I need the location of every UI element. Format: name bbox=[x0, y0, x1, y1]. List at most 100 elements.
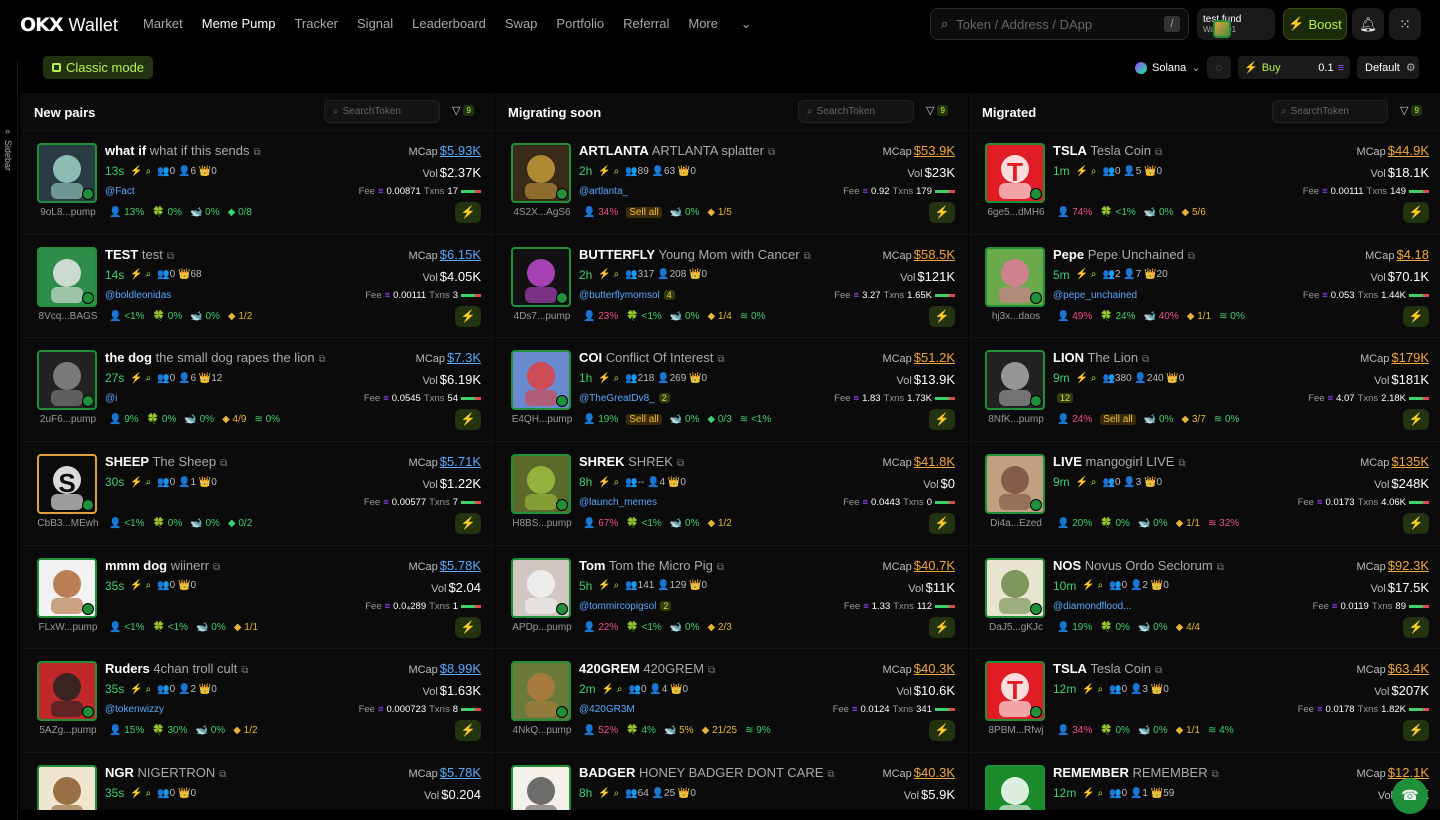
copy-icon[interactable]: ⧉ bbox=[804, 251, 811, 262]
quick-buy-button[interactable]: ⚡ bbox=[1403, 616, 1429, 638]
social-links-icon[interactable]: ⚡ ⌕ bbox=[602, 684, 623, 695]
creator-handle[interactable]: @TheGreatDv8_ 2 bbox=[579, 393, 670, 404]
token-address[interactable]: 8Vcq...BAGS bbox=[26, 311, 110, 322]
quick-buy-button[interactable]: ⚡ bbox=[929, 720, 955, 742]
quick-buy-button[interactable]: ⚡ bbox=[455, 513, 481, 535]
sidebar-toggle[interactable]: » Sidebar bbox=[0, 60, 18, 820]
column-search-input[interactable]: ⌕ SearchToken bbox=[1272, 100, 1388, 123]
token-name[interactable]: what if what if this sends ⧉ bbox=[105, 143, 261, 158]
token-card[interactable]: 8Vcq...BAGS TEST test ⧉ 14s ⚡ ⌕ 👥0 👑68 @b… bbox=[21, 235, 494, 339]
token-name[interactable]: LIVE mangogirl LIVE ⧉ bbox=[1053, 454, 1186, 469]
token-name[interactable]: LION The Lion ⧉ bbox=[1053, 350, 1149, 365]
boost-button[interactable]: ⚡ Boost bbox=[1283, 8, 1347, 40]
copy-icon[interactable]: ⧉ bbox=[219, 769, 226, 780]
token-card[interactable]: 4NkQ...pump 420GREM 420GREM ⧉ 2m ⚡ ⌕ 👥0 👤… bbox=[495, 649, 968, 754]
buy-amount-value[interactable]: 0.1 bbox=[1318, 62, 1333, 74]
creator-handle[interactable]: @butterflymomsol 4 bbox=[579, 289, 675, 301]
token-avatar[interactable] bbox=[985, 246, 1045, 307]
social-links-icon[interactable]: ⚡ ⌕ bbox=[1076, 166, 1097, 177]
token-address[interactable]: E4QH...pump bbox=[500, 414, 584, 425]
token-avatar[interactable] bbox=[511, 765, 571, 810]
social-links-icon[interactable]: ⚡ ⌕ bbox=[1076, 477, 1097, 488]
social-links-icon[interactable]: ⚡ ⌕ bbox=[130, 166, 151, 177]
notifications-button[interactable]: 🔔︎ bbox=[1352, 8, 1384, 40]
token-card[interactable]: T 8PBM...Rfwj TSLA Tesla Coin ⧉ 12m ⚡ ⌕ 👥… bbox=[969, 649, 1440, 754]
token-name[interactable]: Pepe Pepe Unchained ⧉ bbox=[1053, 247, 1195, 262]
token-name[interactable]: TSLA Tesla Coin ⧉ bbox=[1053, 661, 1162, 676]
token-card[interactable]: Di4a...Ezed LIVE mangogirl LIVE ⧉ 9m ⚡ ⌕ … bbox=[969, 442, 1440, 546]
token-card[interactable]: BADGER HONEY BADGER DONT CARE ⧉ 8h ⚡ ⌕ 👥6… bbox=[495, 753, 968, 810]
apps-menu-button[interactable]: ⁙ bbox=[1389, 8, 1421, 40]
nav-tracker[interactable]: Tracker bbox=[294, 16, 338, 32]
okx-wallet-logo[interactable]: OKX Wallet bbox=[20, 14, 118, 36]
token-avatar[interactable] bbox=[511, 661, 571, 722]
social-links-icon[interactable]: ⚡ ⌕ bbox=[598, 373, 619, 384]
token-name[interactable]: COI Conflict Of Interest ⧉ bbox=[579, 350, 725, 365]
copy-icon[interactable]: ⧉ bbox=[768, 147, 775, 158]
creator-handle[interactable]: @420GR3M bbox=[579, 704, 635, 715]
token-name[interactable]: 420GREM 420GREM ⧉ bbox=[579, 661, 715, 676]
quick-buy-button[interactable]: ⚡ bbox=[455, 305, 481, 327]
column-filter-button[interactable]: ▽ 9 bbox=[452, 104, 474, 117]
social-links-icon[interactable]: ⚡ ⌕ bbox=[130, 788, 151, 799]
social-links-icon[interactable]: ⚡ ⌕ bbox=[598, 269, 619, 280]
quick-buy-button[interactable]: ⚡ bbox=[1403, 720, 1429, 742]
token-card[interactable]: 5AZg...pump Ruders 4chan troll cult ⧉ 35s… bbox=[21, 649, 494, 754]
quick-buy-button[interactable]: ⚡ bbox=[1403, 513, 1429, 535]
social-links-icon[interactable]: ⚡ ⌕ bbox=[1076, 373, 1097, 384]
nav-more[interactable]: More ⌄ bbox=[688, 16, 770, 32]
token-address[interactable]: 4NkQ...pump bbox=[500, 725, 584, 736]
token-address[interactable]: APDp...pump bbox=[500, 622, 584, 633]
token-card[interactable]: DaJ5...gKJc NOS Novus Ordo Seclorum ⧉ 10m… bbox=[969, 546, 1440, 650]
support-chat-button[interactable]: ☎ bbox=[1392, 778, 1428, 814]
token-address[interactable]: hj3x...daos bbox=[974, 311, 1058, 322]
social-links-icon[interactable]: ⚡ ⌕ bbox=[130, 684, 151, 695]
copy-icon[interactable]: ⧉ bbox=[708, 665, 715, 676]
token-avatar[interactable] bbox=[37, 143, 97, 203]
token-avatar[interactable] bbox=[985, 454, 1045, 515]
token-name[interactable]: SHEEP The Sheep ⧉ bbox=[105, 454, 227, 469]
token-address[interactable]: 5AZg...pump bbox=[26, 725, 110, 736]
nav-signal[interactable]: Signal bbox=[357, 16, 393, 32]
token-address[interactable]: CbB3...MEwh bbox=[26, 518, 110, 529]
nav-portfolio[interactable]: Portfolio bbox=[556, 16, 604, 32]
copy-icon[interactable]: ⧉ bbox=[1217, 562, 1224, 573]
token-address[interactable]: 4S2X...AgS6 bbox=[500, 207, 584, 218]
token-avatar[interactable] bbox=[511, 454, 571, 515]
token-name[interactable]: Tom Tom the Micro Pig ⧉ bbox=[579, 558, 724, 573]
creator-handle[interactable]: @tommircopigsol 2 bbox=[579, 600, 672, 612]
token-card[interactable]: NGR NIGERTRON ⧉ 35s ⚡ ⌕ 👥0 👑0 MCap $5.78K … bbox=[21, 753, 494, 810]
token-avatar[interactable] bbox=[511, 246, 571, 307]
quick-buy-amount[interactable]: ⚡ Buy 0.1 ≡ bbox=[1238, 56, 1350, 79]
token-name[interactable]: TSLA Tesla Coin ⧉ bbox=[1053, 143, 1162, 158]
token-name[interactable]: ARTLANTA ARTLANTA splatter ⧉ bbox=[579, 143, 775, 158]
social-links-icon[interactable]: ⚡ ⌕ bbox=[130, 269, 151, 280]
token-address[interactable]: 8PBM...Rfwj bbox=[974, 725, 1058, 736]
token-name[interactable]: TEST test ⧉ bbox=[105, 247, 174, 262]
copy-icon[interactable]: ⧉ bbox=[1155, 665, 1162, 676]
column-search-input[interactable]: ⌕ SearchToken bbox=[798, 100, 914, 123]
token-avatar[interactable] bbox=[985, 765, 1045, 810]
copy-icon[interactable]: ⧉ bbox=[717, 562, 724, 573]
token-name[interactable]: SHREK SHREK ⧉ bbox=[579, 454, 684, 469]
token-name[interactable]: NOS Novus Ordo Seclorum ⧉ bbox=[1053, 558, 1224, 573]
quick-buy-button[interactable]: ⚡ bbox=[1403, 409, 1429, 431]
token-avatar[interactable]: T bbox=[985, 661, 1045, 722]
token-card[interactable]: T 6ge5...dMH6 TSLA Tesla Coin ⧉ 1m ⚡ ⌕ 👥0… bbox=[969, 131, 1440, 235]
quick-buy-button[interactable]: ⚡ bbox=[929, 409, 955, 431]
token-avatar[interactable] bbox=[985, 350, 1045, 411]
quick-buy-button[interactable]: ⚡ bbox=[1403, 202, 1429, 223]
copy-icon[interactable]: ⧉ bbox=[1178, 458, 1185, 469]
social-links-icon[interactable]: ⚡ ⌕ bbox=[1082, 788, 1103, 799]
nav-market[interactable]: Market bbox=[143, 16, 183, 32]
nav-referral[interactable]: Referral bbox=[623, 16, 669, 32]
wallet-switcher[interactable]: test fund Wallet 01 bbox=[1197, 8, 1275, 40]
token-avatar[interactable] bbox=[37, 557, 97, 618]
quick-buy-button[interactable]: ⚡ bbox=[929, 513, 955, 535]
creator-handle[interactable]: @launch_memes bbox=[579, 497, 657, 508]
token-avatar[interactable]: T bbox=[985, 143, 1045, 203]
creator-handle[interactable]: @Fact bbox=[105, 186, 135, 197]
token-avatar[interactable] bbox=[37, 765, 97, 810]
copy-icon[interactable]: ⧉ bbox=[241, 665, 248, 676]
token-name[interactable]: BUTTERFLY Young Mom with Cancer ⧉ bbox=[579, 247, 811, 262]
